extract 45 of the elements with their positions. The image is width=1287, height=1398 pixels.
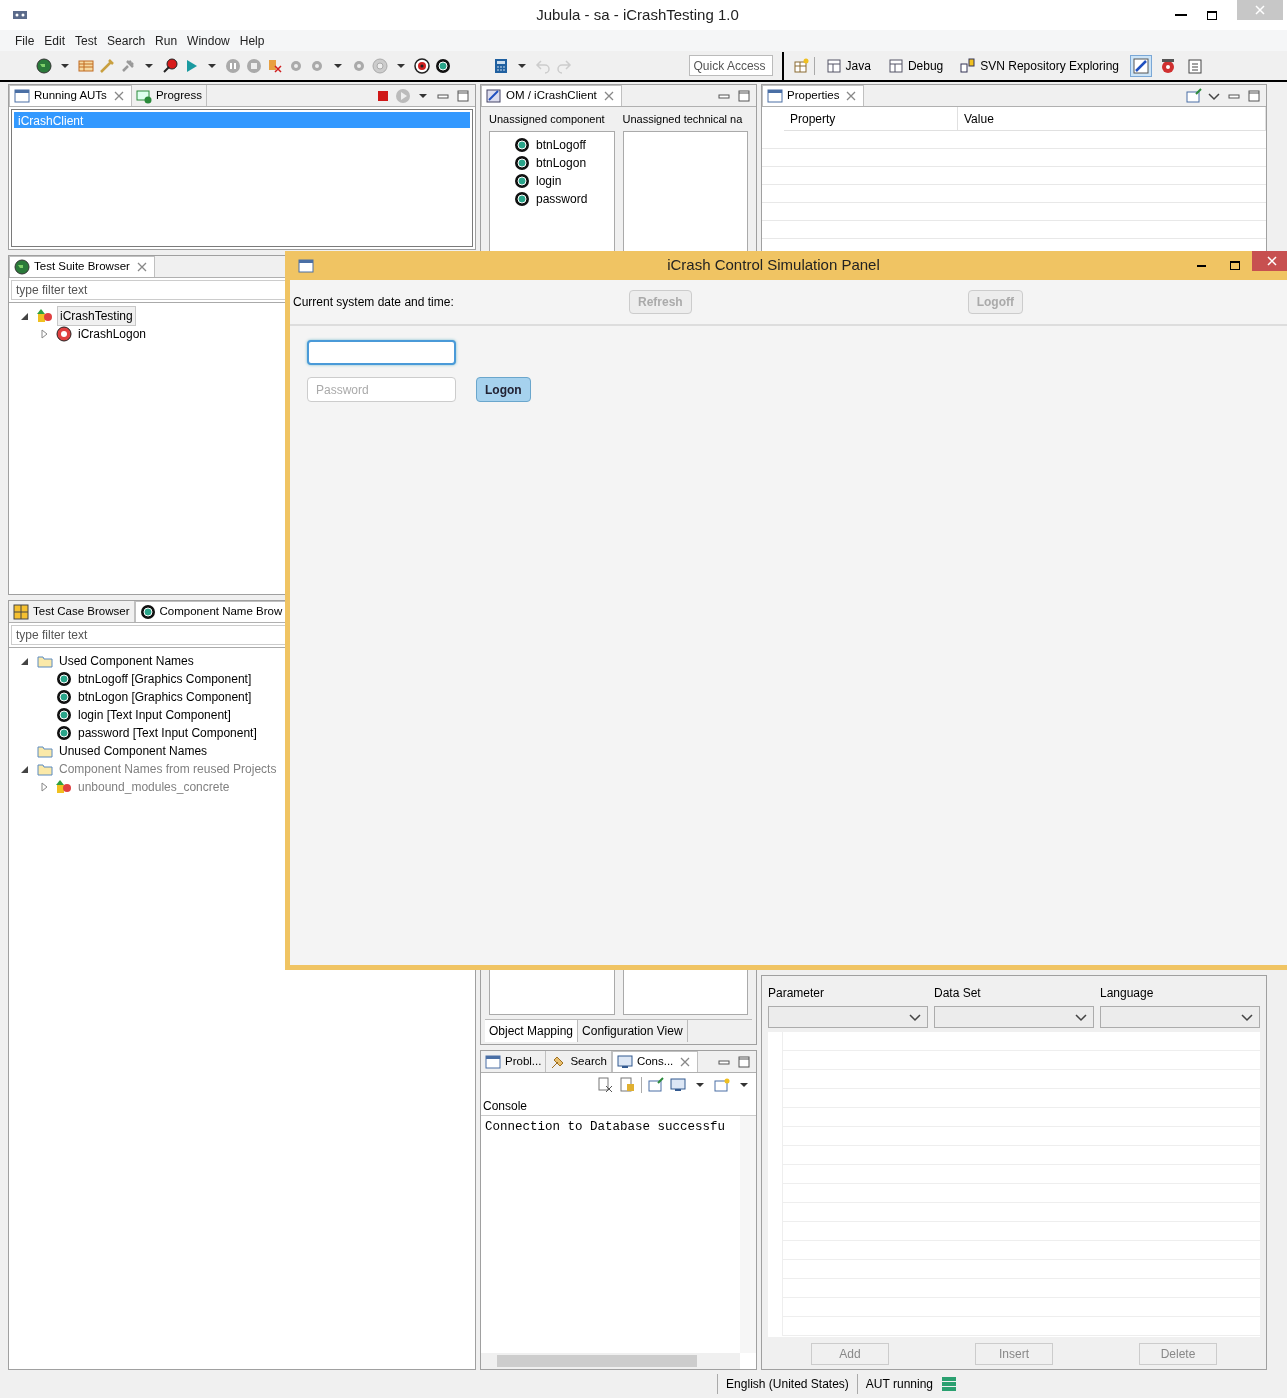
view-tab[interactable]: Component Name Brow: [134, 601, 288, 622]
menu-item[interactable]: Help: [234, 31, 270, 50]
menu-item[interactable]: Search: [102, 31, 151, 50]
tree-item[interactable]: password: [536, 190, 588, 208]
view-tab[interactable]: OM / iCrashClient: [481, 85, 622, 106]
perspective-button[interactable]: Debug: [881, 56, 950, 75]
field-label: Language: [1100, 985, 1155, 1002]
column-header: Value: [958, 107, 1266, 130]
perspective-button[interactable]: SVN Repository Exploring: [954, 56, 1125, 75]
menu-item[interactable]: Run: [150, 31, 183, 50]
menu-item[interactable]: File: [10, 31, 40, 50]
tree-item[interactable]: btnLogoff: [536, 136, 586, 154]
console-title: Console: [481, 1097, 756, 1116]
menu-item[interactable]: Test: [70, 31, 103, 50]
tree-item[interactable]: btnLogon: [536, 154, 587, 172]
tree-item[interactable]: password [Text Input Component]: [76, 724, 259, 742]
menu-item[interactable]: Window: [182, 31, 235, 50]
view-tab[interactable]: Test Suite Browser: [9, 256, 155, 277]
quick-access-field[interactable]: Quick Access: [688, 55, 773, 76]
tree-item[interactable]: Used Component Names: [57, 652, 196, 670]
aut-status: AUT running: [864, 1376, 934, 1393]
tree-item[interactable]: Unused Component Names: [57, 742, 210, 760]
view-tab[interactable]: Object Mapping: [485, 1020, 579, 1042]
tree-item[interactable]: login: [536, 172, 562, 190]
console-line: Connection to Database successfu: [485, 1119, 727, 1136]
tree-item[interactable]: login [Text Input Component]: [76, 706, 233, 724]
password-field[interactable]: Password: [307, 377, 456, 402]
menu-item[interactable]: Edit: [39, 31, 71, 50]
tree-item[interactable]: iCrashTesting: [57, 306, 136, 326]
column-header: Property: [784, 107, 958, 130]
field-label: Data Set: [934, 985, 982, 1002]
window-title: Jubula - sa - iCrashTesting 1.0: [535, 4, 740, 25]
perspective-button[interactable]: Java: [819, 56, 877, 75]
view-tab[interactable]: Cons...: [611, 1051, 699, 1072]
dialog-title: iCrash Control Simulation Panel: [666, 255, 881, 276]
tree-item[interactable]: iCrashLogon: [76, 325, 149, 343]
tree-item[interactable]: btnLogon [Graphics Component]: [76, 688, 254, 706]
field-label: Parameter: [768, 985, 826, 1002]
locale-status: English (United States): [725, 1376, 850, 1393]
column-header: Unassigned component: [489, 112, 605, 127]
tree-item[interactable]: btnLogoff [Graphics Component]: [76, 670, 254, 688]
column-header: Unassigned technical na: [622, 112, 743, 127]
view-tab[interactable]: Running AUTs: [9, 85, 132, 106]
view-tab[interactable]: Properties: [762, 85, 865, 106]
logon-button[interactable]: Logon: [476, 377, 531, 402]
